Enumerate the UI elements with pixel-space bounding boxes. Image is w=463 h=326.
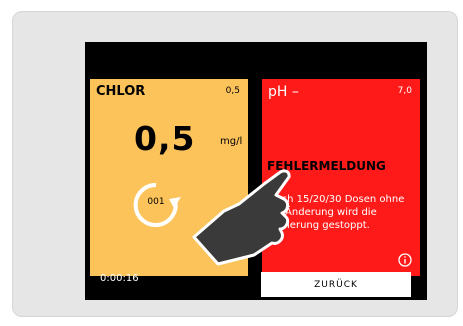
chlor-title: CHLOR xyxy=(96,84,146,99)
chlor-value: 0,5 xyxy=(134,119,196,158)
chlor-unit: mg/l xyxy=(220,136,243,147)
controller-device: CHLOR 0,5 0,5 mg/l 001 pH – 7,0 FEHLERME… xyxy=(12,11,458,317)
ph-setpoint: 7,0 xyxy=(397,86,412,96)
timer: 0:00:16 xyxy=(100,273,139,284)
cycle-count: 001 xyxy=(147,197,165,207)
chlor-value-container: 0,5 xyxy=(134,119,195,158)
info-icon[interactable] xyxy=(398,253,412,267)
back-button[interactable]: ZURÜCK xyxy=(261,272,411,297)
ph-title: pH – xyxy=(268,84,299,100)
chlor-setpoint: 0,5 xyxy=(225,86,240,96)
pointing-hand-icon xyxy=(192,169,291,266)
